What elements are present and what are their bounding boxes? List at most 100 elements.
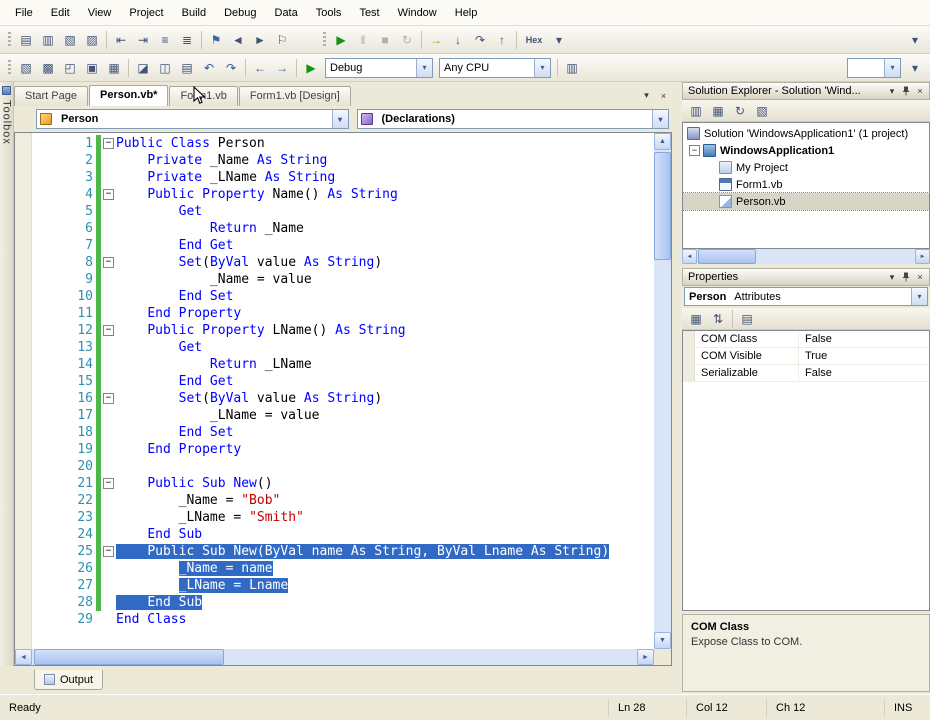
solution-platforms-combo[interactable]: Any CPU ▾ [439, 57, 551, 78]
code-text[interactable]: _Name = "Bob" [116, 492, 654, 509]
menu-debug[interactable]: Debug [215, 3, 265, 23]
property-row[interactable]: COM Class False [683, 331, 929, 348]
next-bookmark-icon[interactable]: ► [249, 29, 271, 51]
code-text[interactable]: End Property [116, 441, 654, 458]
break-all-icon[interactable]: ‖ [352, 29, 374, 51]
code-text[interactable]: Get [116, 203, 654, 220]
collapse-toggle-icon[interactable]: − [103, 325, 114, 336]
chevron-down-icon[interactable]: ▾ [548, 29, 570, 51]
chevron-down-icon[interactable]: ▾ [331, 110, 348, 128]
horizontal-scrollbar-thumb[interactable] [34, 649, 224, 665]
scroll-up-icon[interactable]: ▲ [654, 133, 671, 150]
new-project-icon[interactable]: ▧ [15, 57, 37, 79]
vertical-scrollbar[interactable]: ▲ ▼ [654, 133, 671, 649]
toolbar-options-icon[interactable]: ▾ [904, 29, 926, 51]
code-text[interactable]: End Property [116, 305, 654, 322]
start-debugging-icon[interactable]: ▶ [330, 29, 352, 51]
code-text[interactable]: Return _Name [116, 220, 654, 237]
code-text[interactable]: _LName = Lname [116, 577, 654, 594]
code-text[interactable]: Set(ByVal value As String) [116, 390, 654, 407]
code-text[interactable]: Private _LName As String [116, 169, 654, 186]
scroll-right-icon[interactable]: ► [637, 649, 654, 665]
code-text[interactable]: _LName = value [116, 407, 654, 424]
auto-hide-pin-icon[interactable] [899, 270, 913, 284]
code-text[interactable]: Public Sub New() [116, 475, 654, 492]
alphabetical-icon[interactable]: ⇅ [707, 308, 729, 330]
property-pages-icon[interactable]: ▤ [736, 308, 758, 330]
solution-configurations-combo[interactable]: Debug ▾ [325, 57, 433, 78]
add-new-item-icon[interactable]: ▩ [37, 57, 59, 79]
undo-icon[interactable]: ↶ [198, 57, 220, 79]
properties-titlebar[interactable]: Properties ▾ × [682, 268, 930, 286]
code-text[interactable]: End Class [116, 611, 654, 628]
toolbar-grip[interactable] [8, 59, 11, 76]
paste-icon[interactable]: ▤ [176, 57, 198, 79]
collapse-toggle-icon[interactable]: − [103, 546, 114, 557]
tab-form1-vb-design[interactable]: Form1.vb [Design] [238, 86, 351, 106]
step-out-icon[interactable]: ↑ [491, 29, 513, 51]
collapse-toggle-icon[interactable]: − [103, 189, 114, 200]
tree-item-solution-windowsapplication1-1-project[interactable]: Solution 'WindowsApplication1' (1 projec… [683, 125, 929, 142]
tree-item-person-vb[interactable]: Person.vb [683, 192, 929, 211]
navigate-forward-icon[interactable]: → [271, 57, 293, 79]
toggle-bookmark-icon[interactable]: ⚑ [205, 29, 227, 51]
chevron-down-icon[interactable]: ▾ [652, 110, 668, 128]
menu-data[interactable]: Data [266, 3, 307, 23]
collapse-toggle-icon[interactable]: − [103, 138, 114, 149]
start-debug-icon[interactable]: ▶ [300, 57, 322, 79]
collapse-toggle-icon[interactable]: − [103, 478, 114, 489]
view-class-diagram-icon[interactable]: ▧ [751, 100, 773, 122]
window-position-icon[interactable]: ▾ [885, 270, 899, 284]
code-text[interactable]: End Sub [116, 526, 654, 543]
code-text[interactable]: Public Class Person [116, 135, 654, 152]
object-combo[interactable]: Person Attributes ▾ [684, 287, 928, 306]
show-all-files-icon[interactable]: ▦ [707, 100, 729, 122]
tree-item-form1-vb[interactable]: Form1.vb [683, 176, 929, 193]
scroll-left-icon[interactable]: ◄ [15, 649, 32, 665]
increase-indent-icon[interactable]: ⇥ [132, 29, 154, 51]
menu-test[interactable]: Test [350, 3, 388, 23]
scrollbar-thumb[interactable] [698, 249, 756, 264]
solution-explorer-hscrollbar[interactable]: ◄ ► [682, 249, 930, 264]
toolbar-grip[interactable] [8, 31, 11, 48]
toolbar-options-icon[interactable]: ▾ [904, 57, 926, 79]
close-icon[interactable]: × [913, 270, 927, 284]
hex-display-icon[interactable]: Hex [520, 29, 548, 51]
tab-output[interactable]: Output [34, 670, 104, 690]
collapse-toggle-icon[interactable]: − [103, 393, 114, 404]
close-icon[interactable]: × [913, 84, 927, 98]
code-text[interactable] [116, 458, 654, 475]
code-text[interactable]: _Name = name [116, 560, 654, 577]
solution-explorer-titlebar[interactable]: Solution Explorer - Solution 'Wind... ▾ … [682, 82, 930, 100]
show-next-statement-icon[interactable]: → [425, 29, 447, 51]
toolbar-grip[interactable] [323, 31, 326, 48]
menu-build[interactable]: Build [173, 3, 215, 23]
code-text[interactable]: _LName = "Smith" [116, 509, 654, 526]
comment-lines-icon[interactable]: ≡ [154, 29, 176, 51]
categorized-icon[interactable]: ▦ [685, 308, 707, 330]
chevron-down-icon[interactable]: ▾ [911, 288, 927, 305]
code-text[interactable]: End Get [116, 237, 654, 254]
save-icon[interactable]: ▣ [81, 57, 103, 79]
code-text[interactable]: _Name = value [116, 271, 654, 288]
code-text[interactable]: Return _LName [116, 356, 654, 373]
open-file-icon[interactable]: ◰ [59, 57, 81, 79]
menu-window[interactable]: Window [389, 3, 446, 23]
horizontal-scrollbar[interactable]: ◄ ► [15, 649, 654, 665]
auto-hide-pin-icon[interactable] [899, 84, 913, 98]
code-text[interactable]: End Get [116, 373, 654, 390]
code-text[interactable]: Public Sub New(ByVal name As String, ByV… [116, 543, 654, 560]
window-position-icon[interactable]: ▾ [885, 84, 899, 98]
scroll-left-icon[interactable]: ◄ [682, 249, 697, 264]
code-text[interactable]: End Set [116, 424, 654, 441]
navigate-backward-icon[interactable]: ← [249, 57, 271, 79]
chevron-down-icon[interactable]: ▾ [416, 58, 432, 77]
find-in-files-icon[interactable]: ▥ [561, 57, 583, 79]
code-text[interactable]: End Sub [116, 594, 654, 611]
members-combo[interactable]: (Declarations) ▾ [356, 109, 669, 129]
properties-window-icon[interactable]: ▥ [685, 100, 707, 122]
refresh-icon[interactable]: ↻ [729, 100, 751, 122]
copy-icon[interactable]: ◫ [154, 57, 176, 79]
decrease-indent-icon[interactable]: ⇤ [110, 29, 132, 51]
toolbox-autohide-tab[interactable]: Toolbox [0, 82, 14, 666]
